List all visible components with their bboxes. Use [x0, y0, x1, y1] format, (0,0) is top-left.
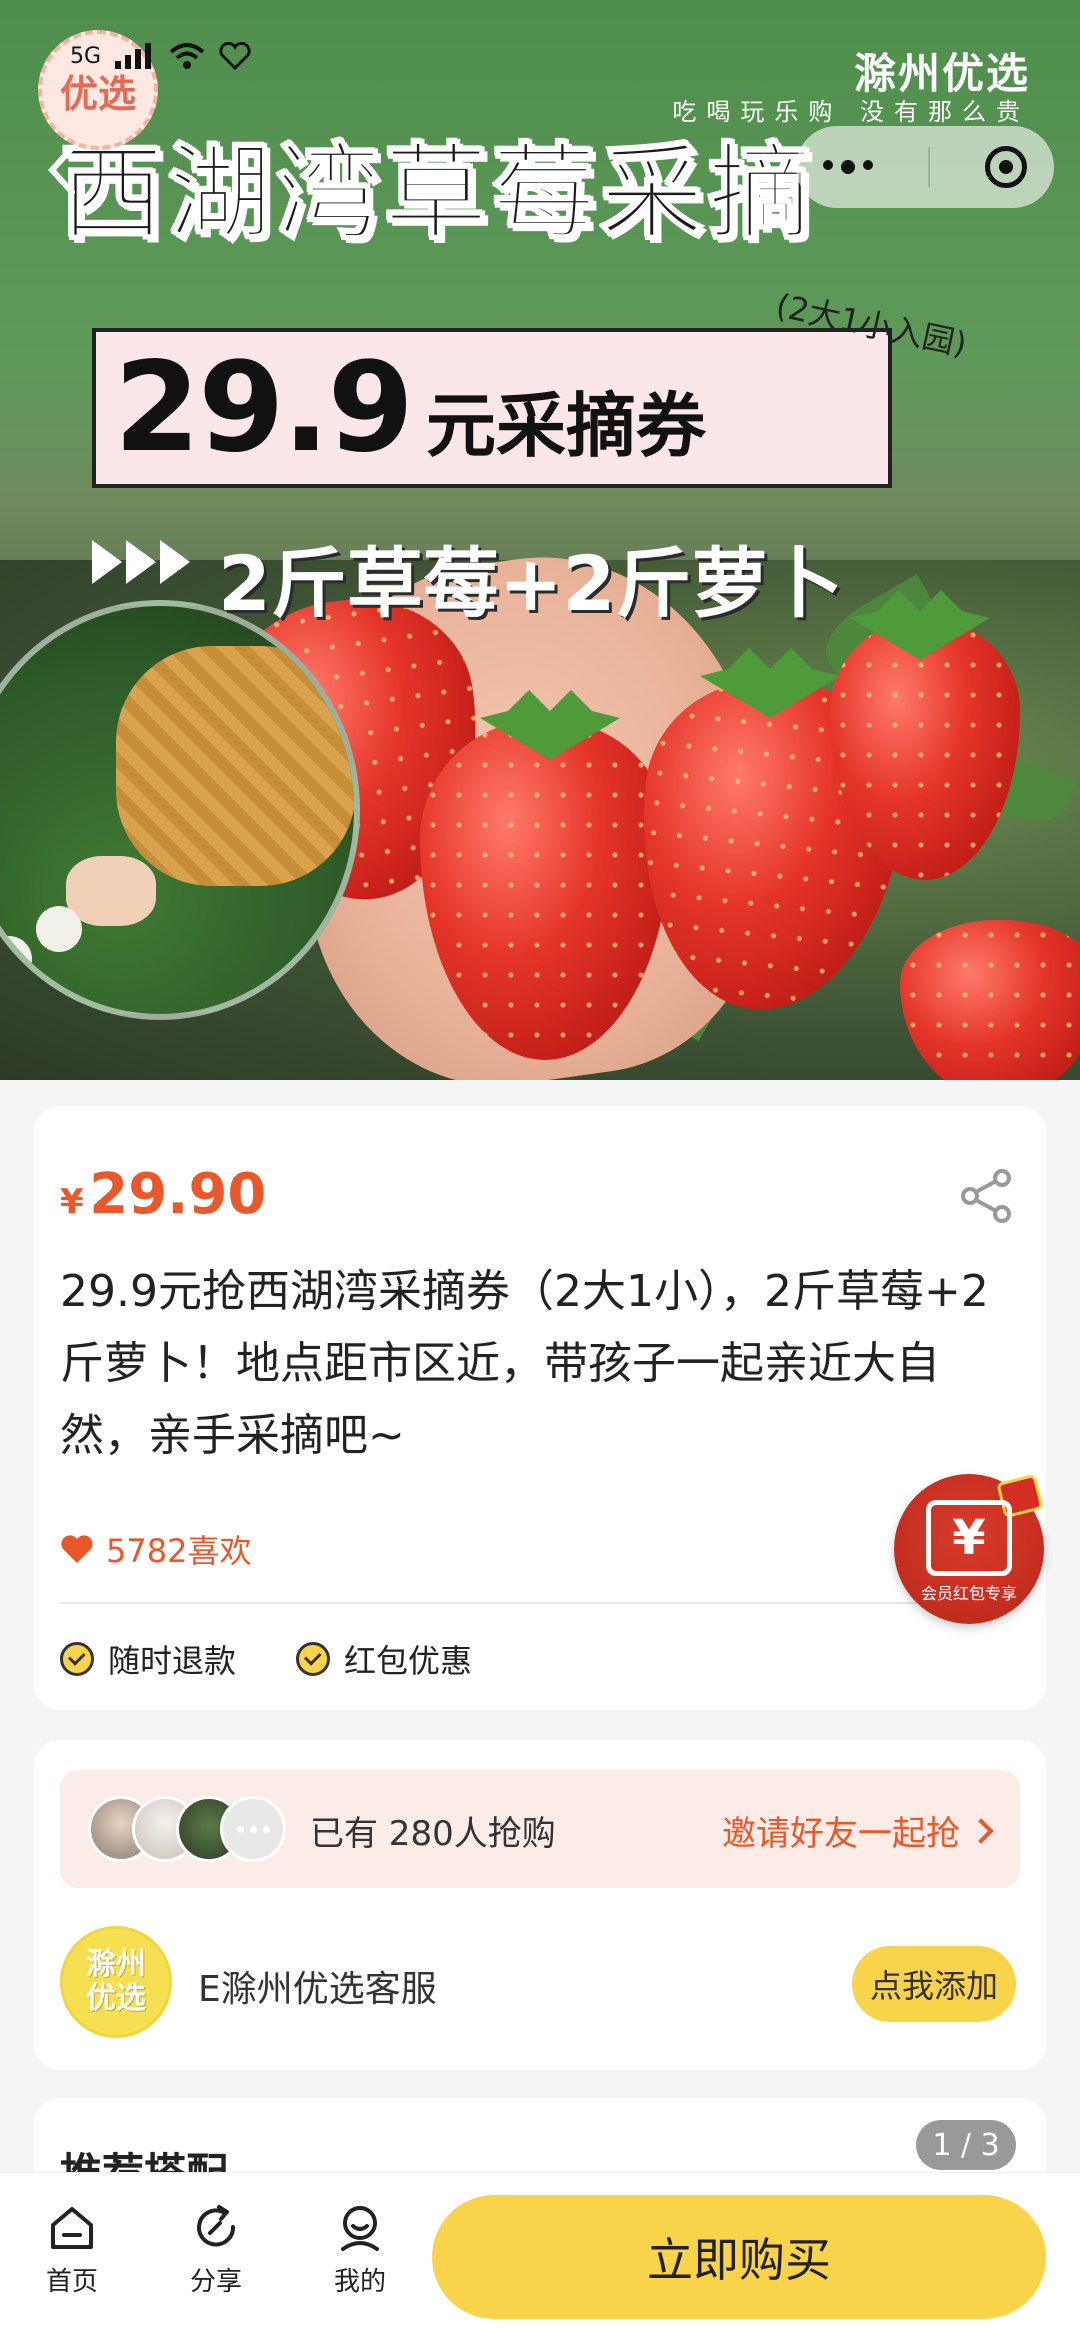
service-name: E滁州优选客服 — [198, 1969, 437, 2010]
product-price: ¥ 29.90 — [60, 1162, 266, 1227]
radish — [36, 906, 82, 952]
bottom-action-bar: 首页 分享 我的 立即购买 — [0, 2172, 1080, 2340]
user-icon — [341, 2206, 379, 2251]
likes-count[interactable]: 5782喜欢 — [60, 1526, 251, 1572]
tab-label: 我的 — [333, 2267, 386, 2297]
group-buy-card: 已有 280人抢购 邀请好友一起抢 滁州 优选 E滁州优选客服 点我添加 — [34, 1740, 1046, 2070]
mini-program-capsule — [796, 126, 1054, 208]
buy-now-button[interactable]: 立即购买 — [432, 2195, 1046, 2319]
likes-label: 5782喜欢 — [106, 1532, 252, 1570]
strawberry — [900, 920, 1080, 1080]
service-avatar: 滁州 优选 — [60, 1926, 172, 2038]
tag-refund: 随时退款 — [60, 1636, 236, 1682]
currency-symbol: ¥ — [60, 1182, 84, 1222]
more-icon[interactable] — [823, 160, 874, 174]
health-icon — [219, 42, 251, 70]
tag-label: 随时退款 — [108, 1642, 237, 1680]
tab-label: 分享 — [189, 2267, 242, 2297]
hero-price: 29.9 — [114, 336, 414, 480]
signal-label: 5G — [70, 43, 102, 69]
hero-banner: 西湖湾草莓采摘 29.9 元采摘券 (2大1小入园) 2斤草莓+2斤萝卜 优选 … — [0, 0, 1080, 1080]
home-icon — [51, 2207, 93, 2249]
tab-me[interactable]: 我的 — [310, 2201, 410, 2298]
child-hand — [66, 856, 156, 926]
check-icon — [296, 1642, 331, 1676]
chevron-right-icon — [968, 1817, 994, 1844]
heart-icon — [61, 1535, 93, 1563]
price-value: 29.90 — [89, 1162, 267, 1227]
capsule-divider — [927, 147, 930, 187]
invite-label: 邀请好友一起抢 — [722, 1814, 960, 1854]
hero-title: 西湖湾草莓采摘 — [59, 131, 817, 255]
invite-friends-link[interactable]: 邀请好友一起抢 — [722, 1806, 994, 1855]
tag-label: 红包优惠 — [344, 1642, 473, 1680]
group-buy-bar[interactable]: 已有 280人抢购 邀请好友一起抢 — [60, 1770, 1020, 1888]
tab-home[interactable]: 首页 — [22, 2201, 122, 2298]
buyers-count: 已有 280人抢购 — [310, 1814, 556, 1854]
triple-arrow-icon — [92, 540, 190, 584]
share-icon[interactable] — [956, 1166, 1016, 1226]
brand-slogan: 吃喝玩乐购 没有那么贵 — [672, 98, 1030, 126]
recommend-pager: 1 / 3 — [916, 2120, 1016, 2170]
member-redpack-button[interactable]: ¥ 会员红包专享 — [894, 1473, 1044, 1624]
product-info-card: ¥ 29.90 29.9元抢西湖湾采摘券（2大1小），2斤草莓+2斤萝卜！地点距… — [34, 1106, 1046, 1710]
tab-share[interactable]: 分享 — [166, 2201, 266, 2298]
divider — [60, 1602, 1020, 1604]
redpack-envelope-icon: ¥ — [926, 1500, 1012, 1576]
check-icon — [60, 1642, 94, 1676]
back-arrow-icon[interactable] — [42, 140, 82, 200]
add-service-button[interactable]: 点我添加 — [852, 1946, 1016, 2022]
redpack-label: 会员红包专享 — [920, 1584, 1017, 1603]
wifi-icon — [169, 43, 205, 69]
close-miniprogram-icon[interactable] — [984, 146, 1027, 188]
hero-offer-line: 2斤草莓+2斤萝卜 — [218, 539, 844, 628]
share-refresh-icon — [197, 2205, 236, 2247]
buyer-avatars — [88, 1796, 288, 1862]
tag-redpack: 红包优惠 — [296, 1636, 472, 1682]
hero-price-box: 29.9 元采摘券 — [92, 328, 892, 488]
child-sweater — [116, 646, 354, 886]
hero-price-unit: 元采摘券 — [425, 384, 706, 467]
guarantee-tags: 随时退款 红包优惠 — [60, 1636, 472, 1682]
more-avatars-icon — [220, 1796, 286, 1862]
product-description: 29.9元抢西湖湾采摘券（2大1小），2斤草莓+2斤萝卜！地点距市区近，带孩子一… — [60, 1266, 989, 1461]
status-bar: 5G — [70, 42, 251, 70]
signal-icon — [115, 43, 152, 69]
tab-label: 首页 — [45, 2267, 98, 2297]
